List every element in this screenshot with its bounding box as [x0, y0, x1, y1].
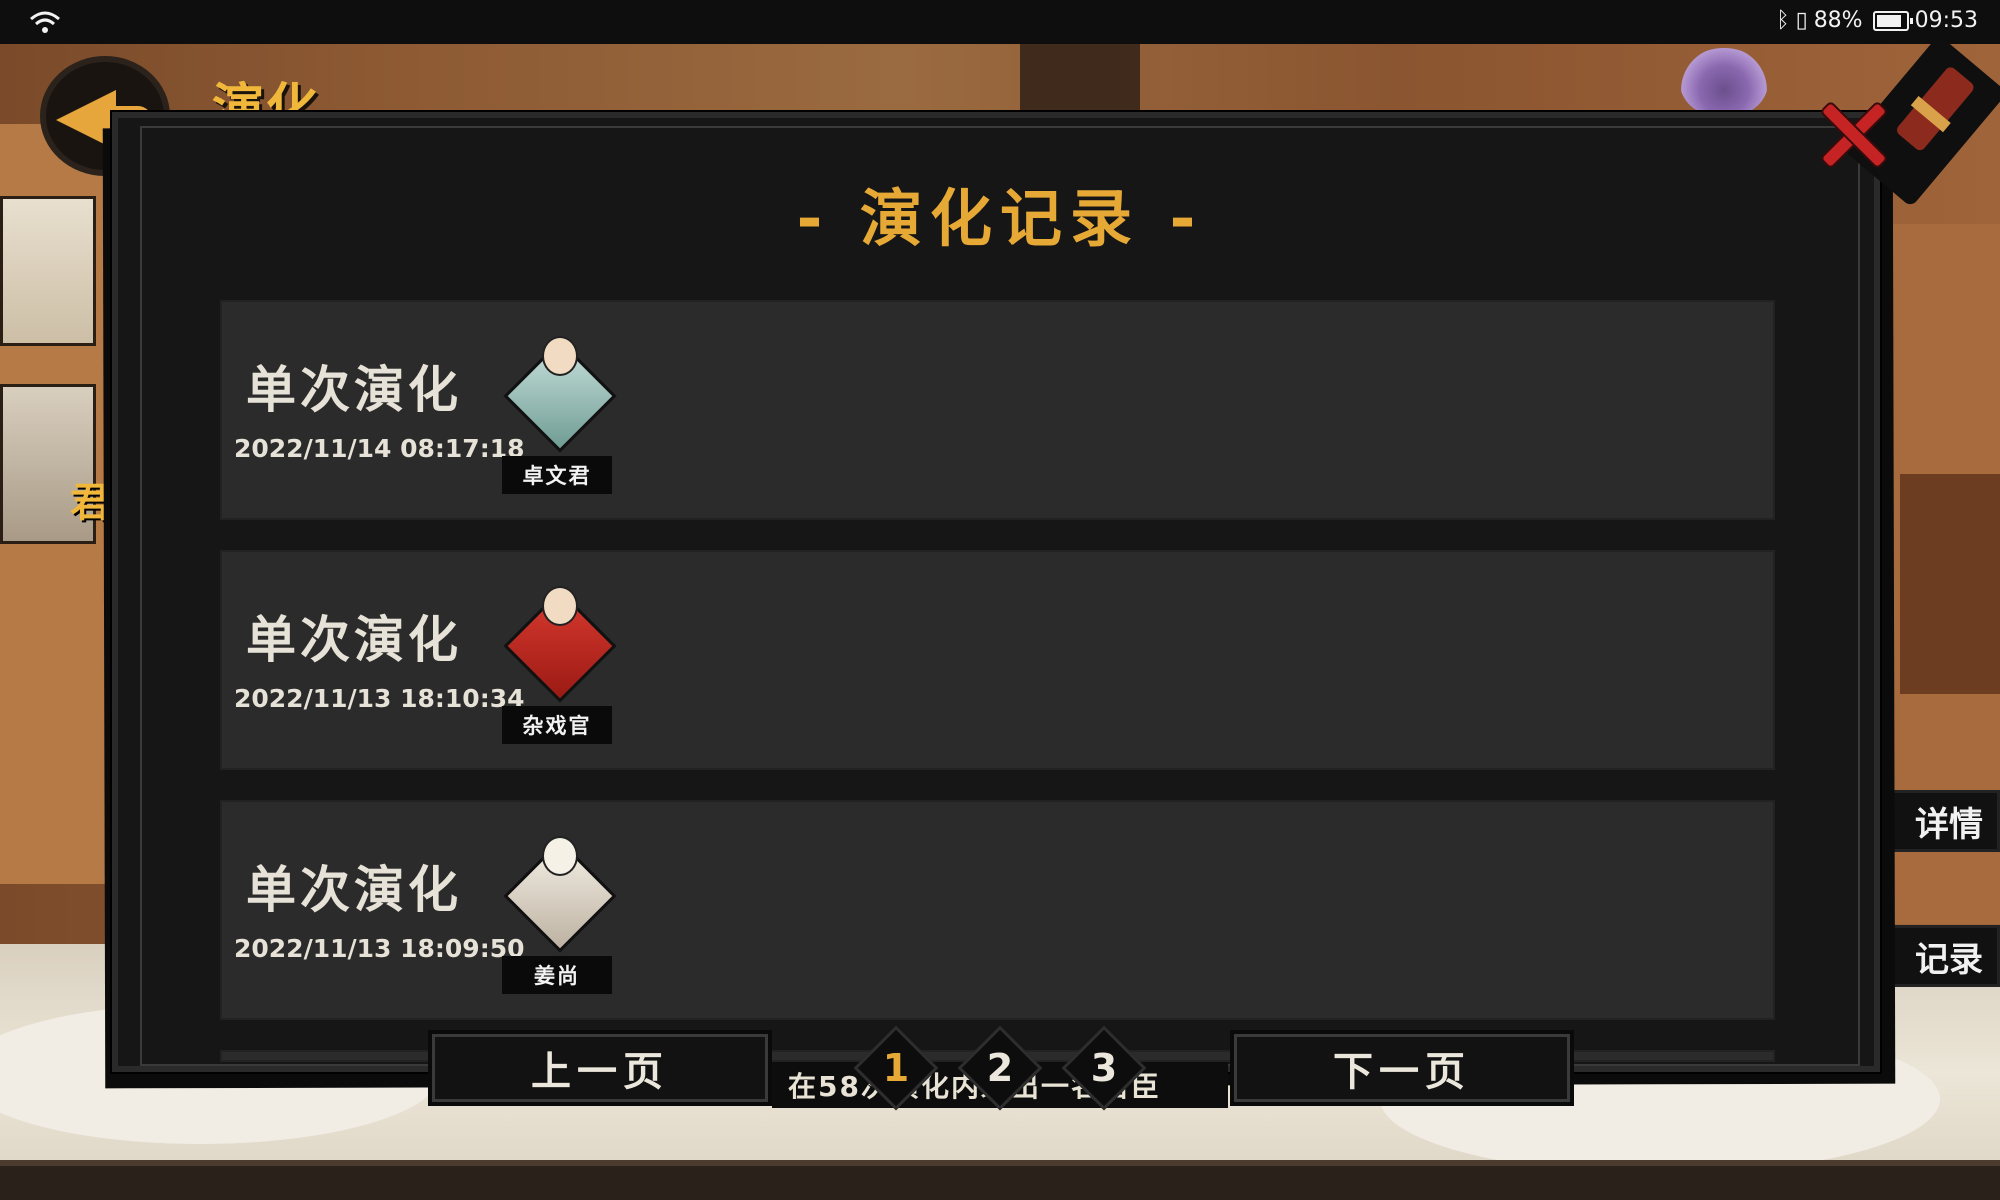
list-item: 单次演化 2022/11/13 18:09:50 姜尚: [220, 800, 1775, 1020]
purple-orb-icon: [1680, 48, 1768, 118]
bottom-stripe: [0, 1160, 2000, 1166]
hero-avatar[interactable]: 杂戏官: [502, 580, 617, 760]
battery-icon: [1872, 10, 1913, 31]
hero-name: 杂戏官: [502, 706, 612, 744]
record-type: 单次演化: [246, 861, 462, 919]
page-2-button[interactable]: 2: [970, 1036, 1030, 1100]
list-item: 单次演化 2022/11/13 18:10:34 杂戏官: [220, 550, 1775, 770]
wifi-icon: [30, 11, 60, 33]
record-type: 单次演化: [246, 361, 462, 419]
vibrate-icon: ▯: [1795, 8, 1808, 33]
bottom-bar: [0, 1160, 2000, 1200]
hero-name: 姜尚: [502, 956, 612, 994]
record-type: 单次演化: [246, 611, 462, 669]
record-button[interactable]: 记录: [1882, 925, 2000, 987]
battery-percent: 88%: [1813, 8, 1863, 33]
status-bar: ᛒ ▯ 88% 09:53: [0, 0, 2000, 44]
page-3-button[interactable]: 3: [1074, 1036, 1134, 1100]
next-page-button[interactable]: 下一页: [1230, 1030, 1574, 1106]
bluetooth-icon: ᛒ: [1776, 8, 1790, 33]
record-timestamp: 2022/11/14 08:17:18: [234, 434, 525, 463]
hero-avatar[interactable]: 姜尚: [502, 830, 617, 1010]
dialog-title: - 演化记录 -: [796, 182, 1204, 255]
record-timestamp: 2022/11/13 18:09:50: [234, 934, 525, 963]
detail-button[interactable]: 详情: [1882, 790, 2000, 852]
list-item: 单次演化 2022/11/14 08:17:18 卓文君: [220, 300, 1775, 520]
clock: 09:53: [1914, 8, 1978, 33]
scene-pillar-dark: [1900, 474, 2000, 694]
hero-avatar[interactable]: 卓文君: [502, 330, 617, 510]
status-right: ᛒ ▯ 88% 09:53: [1776, 8, 1978, 33]
close-icon[interactable]: [1818, 96, 1888, 166]
page-1-button[interactable]: 1: [866, 1036, 926, 1100]
scene-beam: [1020, 44, 1140, 114]
hero-name: 卓文君: [502, 456, 612, 494]
record-timestamp: 2022/11/13 18:10:34: [234, 684, 525, 713]
prev-page-button[interactable]: 上一页: [428, 1030, 772, 1106]
